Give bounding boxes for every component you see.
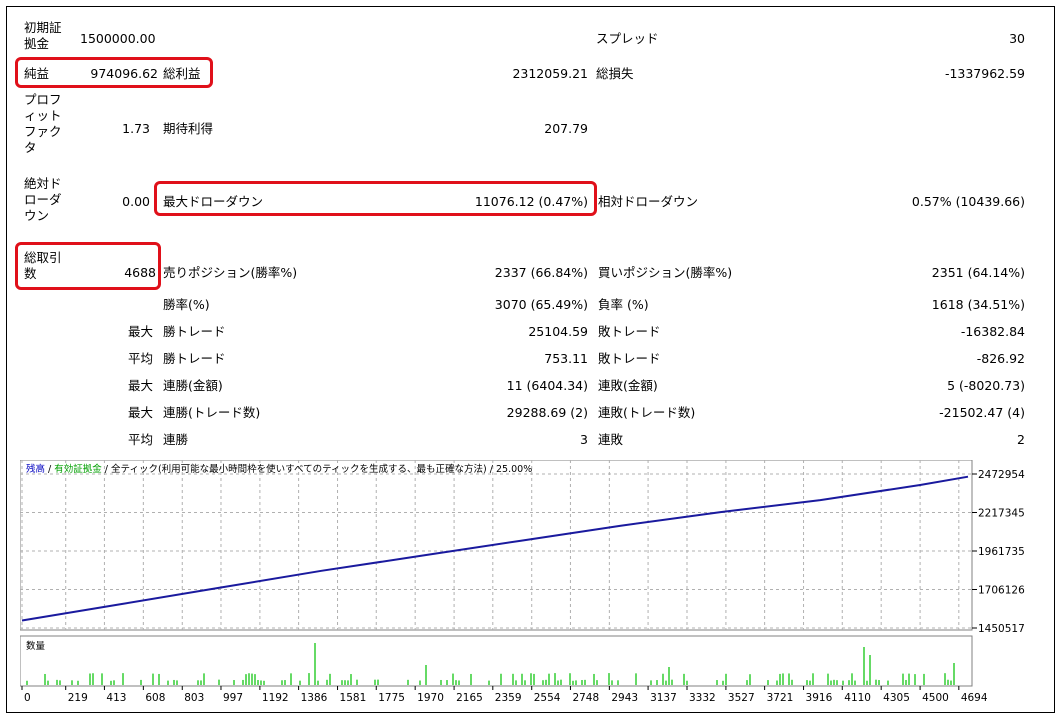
chart-header-balance: 残高 [26,463,45,475]
volume-plot-area [19,635,973,687]
value-profit-factor: 1.73 [122,121,150,136]
x-tick-label: 1970 [417,692,444,704]
label-average-win: 勝トレード [163,351,226,366]
value-net-profit: 974096.62 [90,66,158,81]
y-tick-label: 1961735 [978,546,1025,558]
value-largest-loss: -16382.84 [960,324,1025,339]
value-largest-win: 25104.59 [528,324,588,339]
x-tick-label: 2554 [534,692,561,704]
y-tick-label: 2217345 [978,507,1025,519]
y-tick-label: 1706126 [978,585,1025,597]
label-short-positions: 売りポジション(勝率%) [163,265,298,280]
y-tick-label: 2472954 [978,469,1025,481]
label-largest-loss: 敗トレード [598,324,661,339]
label-avg-consec-wins: 連勝 [163,432,189,447]
value-initial-deposit: 1500000.00 [80,31,156,46]
value-total-trades: 4688 [124,265,156,280]
value-max-consec-losses-amount: 5 (-8020.73) [947,378,1025,393]
label-max-consec-losses-amount: 連敗(金額) [598,378,658,393]
chart-header-sep2: / [102,464,111,475]
chart-header-equity: 有効証拠金 [54,463,102,475]
chart-header: 残高 / 有効証拠金 / 全ティック(利用可能な最小時間枠を使いすべてのティック… [26,463,532,475]
prefix-avg-consec: 平均 [128,432,154,447]
label-initial-deposit: 初期証拠金 [24,20,62,51]
value-abs-drawdown: 0.00 [122,194,150,209]
value-max-consec-wins-amount: 11 (6404.34) [506,378,588,393]
prefix-max-consec-amount: 最大 [128,378,154,393]
x-tick-label: 0 [24,692,31,704]
value-max-drawdown: 11076.12 (0.47%) [474,194,588,209]
x-tick-label: 3332 [689,692,716,704]
x-tick-label: 4305 [883,692,910,704]
x-tick-label: 3721 [767,692,794,704]
volume-label: 数量 [26,640,46,652]
x-tick-label: 3916 [806,692,833,704]
label-max-drawdown: 最大ドローダウン [163,194,264,209]
x-tick-label: 997 [223,692,243,704]
prefix-largest: 最大 [128,324,154,339]
value-short-positions: 2337 (66.84%) [494,265,588,280]
label-average-loss: 敗トレード [598,351,661,366]
x-tick-label: 4694 [961,692,988,704]
label-avg-consec-losses: 連敗 [598,432,624,447]
equity-chart: 残高 / 有効証拠金 / 全ティック(利用可能な最小時間枠を使いすべてのティック… [19,459,1049,705]
label-win-rate: 勝率(%) [163,297,210,312]
equity-chart-svg: 残高 / 有効証拠金 / 全ティック(利用可能な最小時間枠を使いすべてのティック… [19,459,1025,704]
label-max-consec-losses-trades: 連敗(トレード数) [598,405,696,420]
value-max-consec-losses-trades: -21502.47 (4) [939,405,1025,420]
value-loss-rate: 1618 (34.51%) [931,297,1025,312]
prefix-average: 平均 [128,351,154,366]
x-tick-label: 1192 [262,692,289,704]
chart-header-model: 全ティック(利用可能な最小時間枠を使いすべてのティックを生成する、最も正確な方法… [111,463,532,475]
x-tick-label: 2165 [456,692,483,704]
x-tick-label: 3527 [728,692,755,704]
x-tick-label: 4110 [844,692,871,704]
label-rel-drawdown: 相対ドローダウン [598,194,699,209]
label-abs-drawdown: 絶対ドローダウン [24,176,62,223]
x-tick-label: 803 [184,692,204,704]
label-largest-win: 勝トレード [163,324,226,339]
x-tick-label: 2748 [572,692,599,704]
chart-header-sep1: / [45,464,54,475]
label-net-profit: 純益 [24,66,50,81]
label-expected-payoff: 期待利得 [163,121,214,136]
label-loss-rate: 負率 (%) [598,297,649,312]
label-max-consec-wins-trades: 連勝(トレード数) [163,405,261,420]
value-long-positions: 2351 (64.14%) [931,265,1025,280]
value-win-rate: 3070 (65.49%) [494,297,588,312]
x-tick-label: 608 [145,692,165,704]
value-average-loss: -826.92 [976,351,1025,366]
label-profit-factor: プロフィットファクタ [24,92,62,155]
x-tick-label: 2943 [611,692,638,704]
value-rel-drawdown: 0.57% (10439.66) [911,194,1025,209]
label-long-positions: 買いポジション(勝率%) [598,265,733,280]
y-tick-label: 1450517 [978,623,1025,635]
value-gross-loss: -1337962.59 [944,66,1025,81]
label-spread: スプレッド [596,31,659,46]
value-gross-profit: 2312059.21 [512,66,588,81]
prefix-max-consec-trades: 最大 [128,405,154,420]
value-average-win: 753.11 [544,351,588,366]
label-gross-loss: 総損失 [596,66,634,81]
label-gross-profit: 総利益 [163,66,201,81]
x-tick-label: 219 [68,692,88,704]
x-tick-label: 1386 [301,692,328,704]
x-tick-label: 2359 [495,692,522,704]
x-tick-label: 1581 [340,692,367,704]
label-max-consec-wins-amount: 連勝(金額) [163,378,223,393]
value-avg-consec-losses: 2 [1017,432,1025,447]
value-spread: 30 [1009,31,1025,46]
x-tick-label: 3137 [650,692,677,704]
value-avg-consec-wins: 3 [580,432,588,447]
value-max-consec-wins-trades: 29288.69 (2) [506,405,588,420]
x-tick-label: 1775 [378,692,405,704]
value-expected-payoff: 207.79 [544,121,588,136]
label-total-trades: 総取引数 [24,250,62,281]
x-tick-label: 4500 [922,692,949,704]
x-tick-label: 413 [106,692,126,704]
